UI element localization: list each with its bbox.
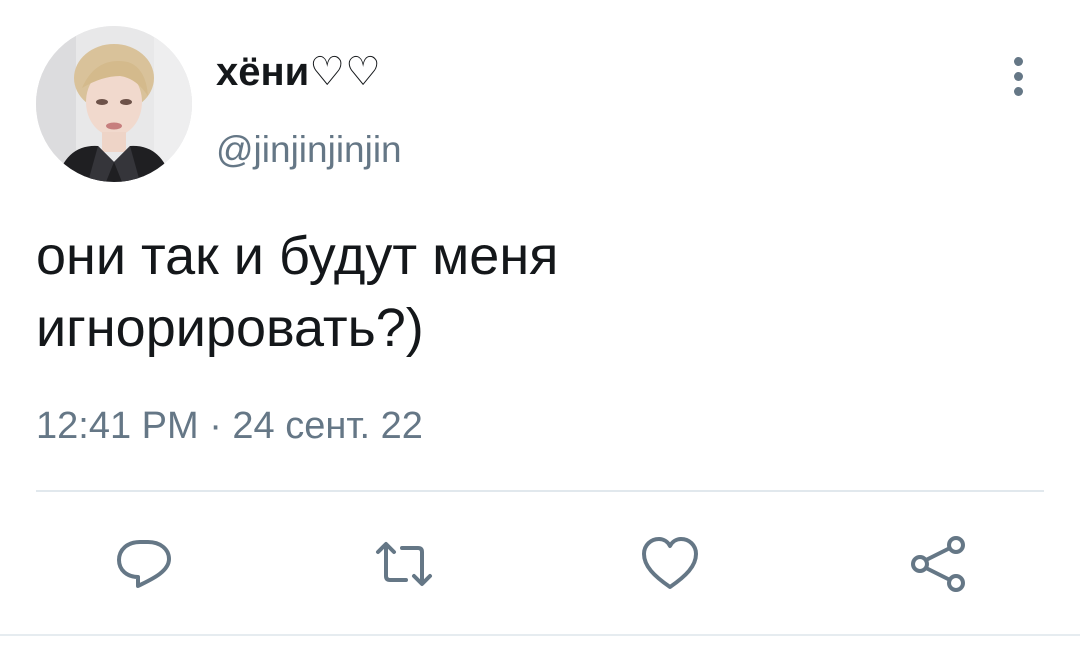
tweet-text: они так и будут меня игнорировать?) — [36, 220, 1016, 364]
reply-button[interactable] — [114, 534, 174, 594]
avatar[interactable] — [36, 26, 192, 182]
user-handle[interactable]: @jinjinjinjin — [216, 128, 402, 172]
like-button[interactable] — [640, 534, 700, 594]
retweet-icon — [376, 542, 432, 586]
tweet-text-line-1: они так и будут меня — [36, 226, 559, 286]
display-name[interactable]: хёни♡♡ — [216, 48, 381, 96]
bottom-divider — [0, 634, 1080, 636]
reply-icon — [117, 540, 171, 588]
more-vertical-icon-dot-2 — [1013, 71, 1023, 81]
more-vertical-icon — [1013, 56, 1023, 66]
avatar-image — [36, 26, 192, 182]
tweet-timestamp[interactable]: 12:41 PM · 24 сент. 22 — [36, 402, 423, 450]
share-icon — [911, 536, 965, 592]
divider — [36, 490, 1044, 492]
heart-icon — [642, 537, 698, 589]
more-vertical-icon-dot-3 — [1013, 86, 1023, 96]
share-button[interactable] — [908, 534, 968, 594]
more-options-button[interactable] — [998, 50, 1038, 102]
retweet-button[interactable] — [374, 534, 434, 594]
tweet-text-line-2: игнорировать?) — [36, 298, 424, 358]
